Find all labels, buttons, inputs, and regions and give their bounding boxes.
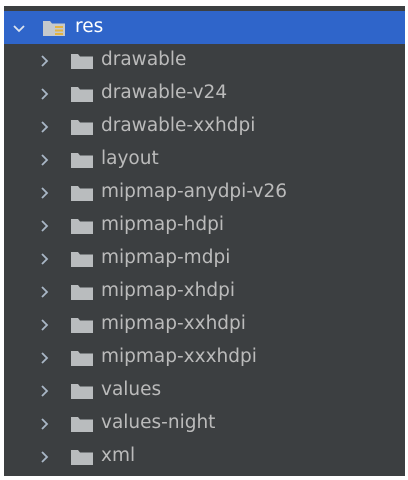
tree-node-xml[interactable]: xml bbox=[4, 440, 405, 473]
folder-icon bbox=[71, 350, 93, 366]
folder-icon bbox=[71, 152, 93, 168]
tree-node-mipmap-anydpi-v26[interactable]: mipmap-anydpi-v26 bbox=[4, 176, 405, 209]
tree-node-res[interactable]: res bbox=[4, 11, 405, 44]
tree-node-layout[interactable]: layout bbox=[4, 143, 405, 176]
tree-node-drawable[interactable]: drawable bbox=[4, 44, 405, 77]
chevron-right-icon[interactable] bbox=[37, 54, 51, 68]
project-tree-panel: res drawable drawable-v24 drawable-xxhdp… bbox=[4, 6, 405, 476]
chevron-right-icon[interactable] bbox=[37, 120, 51, 134]
tree-node-mipmap-xxxhdpi[interactable]: mipmap-xxxhdpi bbox=[4, 341, 405, 374]
folder-icon bbox=[71, 218, 93, 234]
tree-node-label: values-night bbox=[101, 412, 216, 434]
tree-node-label: mipmap-xhdpi bbox=[101, 280, 235, 302]
tree-node-values-night[interactable]: values-night bbox=[4, 407, 405, 440]
folder-icon bbox=[71, 119, 93, 135]
tree-node-mipmap-hdpi[interactable]: mipmap-hdpi bbox=[4, 209, 405, 242]
tree-node-mipmap-xxhdpi[interactable]: mipmap-xxhdpi bbox=[4, 308, 405, 341]
resource-folder-icon bbox=[43, 20, 65, 36]
chevron-right-icon[interactable] bbox=[37, 318, 51, 332]
tree-node-label: mipmap-anydpi-v26 bbox=[101, 181, 287, 203]
folder-icon bbox=[71, 53, 93, 69]
tree-node-label: drawable bbox=[101, 49, 187, 71]
folder-icon bbox=[71, 317, 93, 333]
tree-node-label: drawable-v24 bbox=[101, 82, 228, 104]
folder-icon bbox=[71, 416, 93, 432]
folder-icon bbox=[71, 284, 93, 300]
tree-node-label: drawable-xxhdpi bbox=[101, 115, 256, 137]
tree-node-label: mipmap-xxhdpi bbox=[101, 313, 246, 335]
tree-node-label: mipmap-xxxhdpi bbox=[101, 346, 257, 368]
folder-icon bbox=[71, 449, 93, 465]
tree-node-label: xml bbox=[101, 445, 136, 467]
tree-node-label: res bbox=[75, 16, 104, 38]
tree-node-drawable-v24[interactable]: drawable-v24 bbox=[4, 77, 405, 110]
chevron-right-icon[interactable] bbox=[37, 285, 51, 299]
tree-node-label: layout bbox=[101, 148, 159, 170]
folder-icon bbox=[71, 185, 93, 201]
tree-node-values[interactable]: values bbox=[4, 374, 405, 407]
chevron-right-icon[interactable] bbox=[37, 186, 51, 200]
chevron-down-icon[interactable] bbox=[12, 21, 26, 35]
tree-node-drawable-xxhdpi[interactable]: drawable-xxhdpi bbox=[4, 110, 405, 143]
chevron-right-icon[interactable] bbox=[37, 351, 51, 365]
chevron-right-icon[interactable] bbox=[37, 252, 51, 266]
tree-node-mipmap-mdpi[interactable]: mipmap-mdpi bbox=[4, 242, 405, 275]
chevron-right-icon[interactable] bbox=[37, 384, 51, 398]
folder-icon bbox=[71, 383, 93, 399]
folder-icon bbox=[71, 251, 93, 267]
tree-node-label: mipmap-hdpi bbox=[101, 214, 225, 236]
chevron-right-icon[interactable] bbox=[37, 219, 51, 233]
folder-icon bbox=[71, 86, 93, 102]
tree-node-label: mipmap-mdpi bbox=[101, 247, 231, 269]
tree-node-mipmap-xhdpi[interactable]: mipmap-xhdpi bbox=[4, 275, 405, 308]
chevron-right-icon[interactable] bbox=[37, 87, 51, 101]
chevron-right-icon[interactable] bbox=[37, 417, 51, 431]
chevron-right-icon[interactable] bbox=[37, 153, 51, 167]
chevron-right-icon[interactable] bbox=[37, 450, 51, 464]
tree-node-label: values bbox=[101, 379, 162, 401]
